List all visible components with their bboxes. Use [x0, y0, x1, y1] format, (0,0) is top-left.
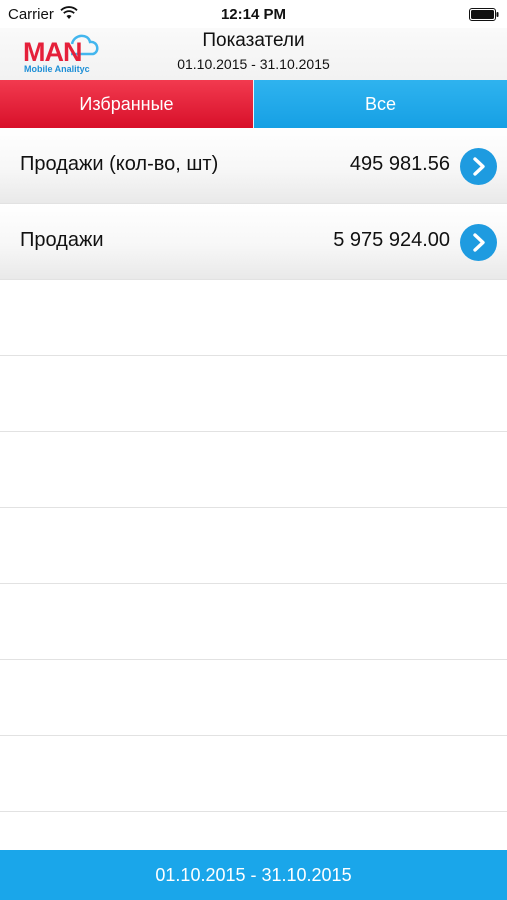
empty-row	[0, 660, 507, 736]
segmented-control: Избранные Все	[0, 80, 507, 128]
period-subtitle: 01.10.2015 - 31.10.2015	[177, 56, 330, 72]
empty-row	[0, 356, 507, 432]
tab-all[interactable]: Все	[253, 80, 507, 128]
list-item-value: 5 975 924.00	[333, 229, 450, 251]
status-bar: Carrier 12:14 PM	[0, 0, 507, 28]
status-time: 12:14 PM	[220, 6, 287, 23]
list-item[interactable]: Продажи (кол-во, шт) 495 981.56	[0, 128, 507, 204]
svg-text:Mobile Analityc: Mobile Analityc	[24, 64, 90, 74]
tab-favorites[interactable]: Избранные	[0, 80, 253, 128]
list-item-label: Продажи	[20, 229, 104, 251]
svg-text:MAN: MAN	[23, 37, 82, 67]
list-item-value: 495 981.56	[349, 153, 450, 175]
indicators-list: Продажи (кол-во, шт) 495 981.56 Продажи …	[0, 128, 507, 812]
empty-row	[0, 584, 507, 660]
empty-row	[0, 508, 507, 584]
empty-row	[0, 736, 507, 812]
battery-icon	[469, 8, 499, 21]
list-item[interactable]: Продажи 5 975 924.00	[0, 204, 507, 280]
nav-bar: MAN Mobile Analityc Показатели 01.10.201…	[0, 28, 507, 80]
empty-row	[0, 280, 507, 356]
page-title: Показатели	[202, 30, 305, 51]
chevron-right-icon[interactable]	[460, 224, 497, 261]
app-logo: MAN Mobile Analityc	[23, 34, 99, 74]
list-item-label: Продажи (кол-во, шт)	[20, 153, 219, 175]
chevron-right-icon[interactable]	[460, 148, 497, 185]
empty-row	[0, 432, 507, 508]
period-button[interactable]: 01.10.2015 - 31.10.2015	[0, 850, 507, 900]
